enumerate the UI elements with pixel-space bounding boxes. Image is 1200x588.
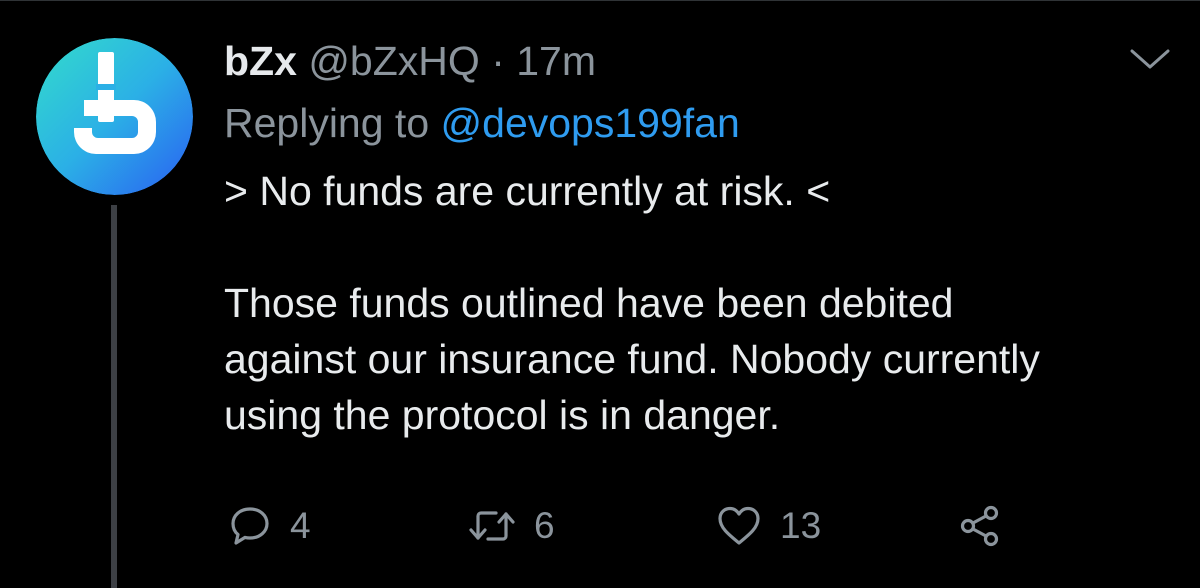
reply-mention-link[interactable]: @devops199fan [441,100,740,146]
separator: · [491,38,505,84]
tweet-text-line: > No funds are currently at risk. < [224,168,831,214]
tweet-header: bZx @bZxHQ · 17m [224,35,1174,87]
thread-line [111,205,117,588]
retweet-button[interactable]: 6 [468,501,555,551]
comment-icon [231,507,269,545]
display-name[interactable]: bZx [224,38,297,84]
reply-context: Replying to @devops199fan [224,97,1174,149]
tweet-text: > No funds are currently at risk. < Thos… [224,163,1174,443]
tweet-text-paragraph: Those funds outlined have been debited a… [224,275,1174,443]
bzx-logo-icon [36,38,193,195]
timestamp[interactable]: 17m [516,38,596,84]
handle[interactable]: @bZxHQ [308,38,479,84]
action-bar: 4 6 13 [228,501,1188,551]
tweet-text-line: using the protocol is in danger. [224,392,781,438]
reply-count: 4 [290,505,311,546]
avatar[interactable] [36,38,193,195]
like-button[interactable]: 13 [716,501,821,551]
tweet-content: bZx @bZxHQ · 17m Replying to @devops199f… [224,35,1174,443]
share-button[interactable] [958,501,1002,551]
reply-button[interactable]: 4 [228,501,311,551]
tweet-card[interactable]: bZx @bZxHQ · 17m Replying to @devops199f… [0,0,1200,588]
tweet-text-line: Those funds outlined have been debited [224,280,954,326]
tweet-text-line: against our insurance fund. Nobody curre… [224,336,1040,382]
share-icon [960,505,999,547]
reply-prefix: Replying to [224,100,430,146]
retweet-count: 6 [534,505,555,546]
heart-icon [718,506,760,545]
retweet-icon [469,511,515,541]
like-count: 13 [780,505,822,546]
